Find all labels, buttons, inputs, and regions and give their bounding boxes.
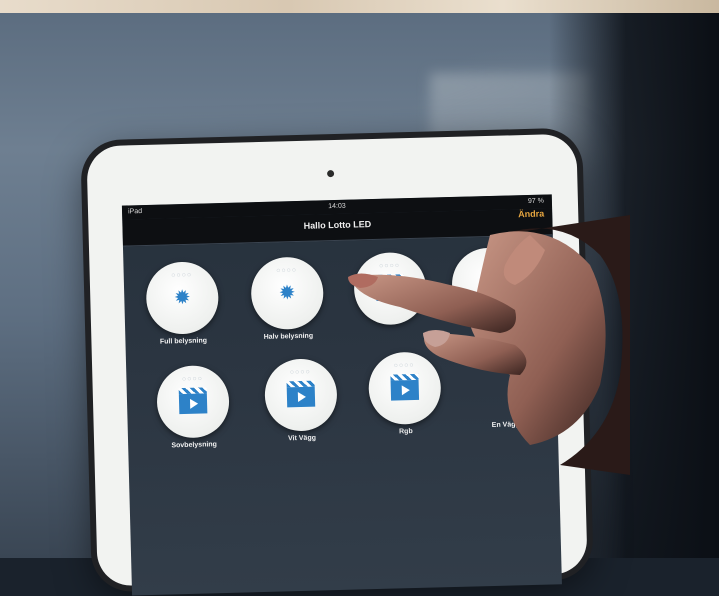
- scene-tile-half[interactable]: ○○○○ ✹ Halv belysning: [248, 256, 326, 341]
- play-clapper-icon: [286, 380, 316, 408]
- ipad-device: iPad 14:03 97 % Hallo Lotto LED Ändra ○○…: [86, 133, 588, 596]
- scene-tile-full[interactable]: ○○○○ ✹ Full belysning: [143, 261, 221, 346]
- scene-tile-sov[interactable]: ○○○○ Sovbelysning: [154, 364, 232, 450]
- page-title: Hallo Lotto LED: [303, 219, 372, 231]
- scene-button[interactable]: ○○○○: [156, 364, 230, 439]
- edit-button[interactable]: Ändra: [518, 209, 544, 220]
- scene-tile-3[interactable]: ○○○○: [351, 251, 429, 330]
- scene-label: Full belysning: [159, 337, 208, 346]
- scene-label: Vit Vägg: [288, 434, 317, 443]
- scene-label: Halv belysning: [263, 332, 314, 341]
- play-clapper-icon: [390, 373, 420, 401]
- background-top-strip: [0, 0, 719, 13]
- ipad-screen: iPad 14:03 97 % Hallo Lotto LED Ändra ○○…: [121, 194, 562, 596]
- scene-button[interactable]: ○○○○: [367, 351, 442, 426]
- scene-button[interactable]: ○○○○: [353, 251, 428, 326]
- scene-label: [353, 328, 429, 330]
- scene-button[interactable]: ○○○○: [263, 358, 338, 432]
- scene-label: [451, 323, 527, 325]
- scene-tile-4[interactable]: [449, 247, 527, 325]
- scene-button[interactable]: ○○○○ ✹: [250, 256, 325, 331]
- scene-button[interactable]: [451, 247, 525, 321]
- front-camera: [327, 170, 335, 178]
- play-clapper-icon: [178, 387, 208, 415]
- sun-icon: ✹: [278, 282, 296, 305]
- scene-label: Rgb: [398, 428, 413, 436]
- scene-tile-envagg[interactable]: En Vägg: [466, 345, 544, 430]
- status-battery: 97 %: [527, 197, 545, 205]
- scene-button[interactable]: ○○○○ ✹: [145, 261, 220, 335]
- play-clapper-icon: [375, 274, 405, 301]
- scene-tile-vit[interactable]: ○○○○ Vit Vägg: [262, 358, 340, 443]
- scene-tile-rgb[interactable]: ○○○○ Rgb: [366, 351, 444, 436]
- sun-icon: ✹: [173, 286, 191, 310]
- scene-label: Sovbelysning: [171, 441, 218, 450]
- scene-label: En Vägg: [491, 421, 520, 429]
